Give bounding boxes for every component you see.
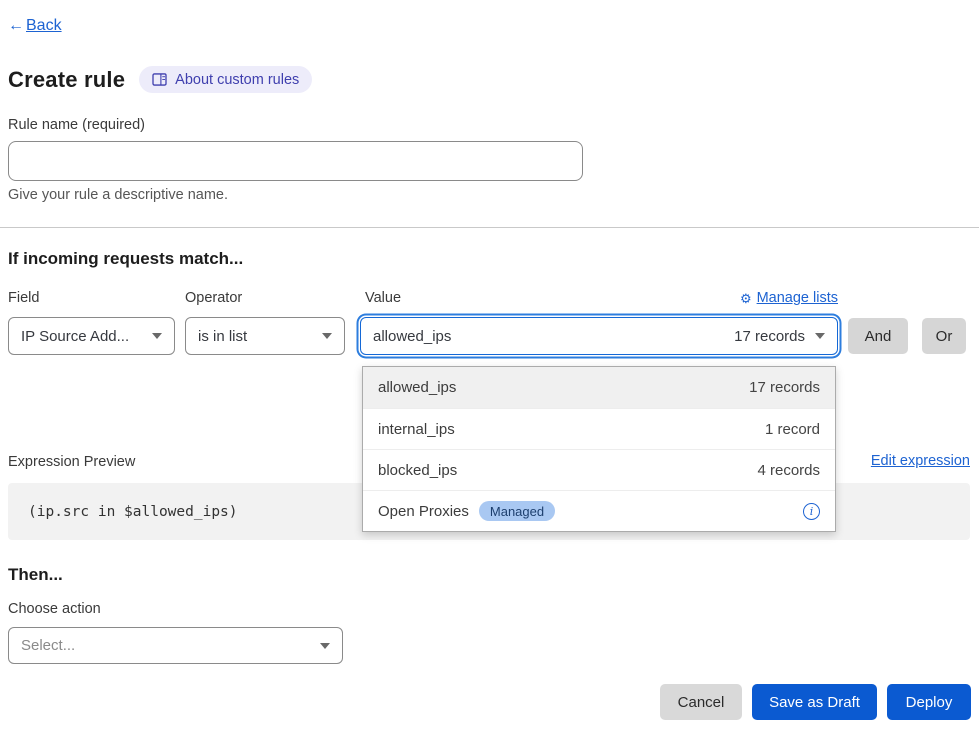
list-name: Open Proxies [378, 503, 469, 520]
rule-name-helper-text: Give your rule a descriptive name. [8, 187, 228, 203]
cancel-button[interactable]: Cancel [660, 684, 742, 720]
value-dropdown-menu: allowed_ips 17 records internal_ips 1 re… [362, 366, 836, 532]
page-title: Create rule [8, 67, 125, 93]
chevron-down-icon [320, 643, 330, 649]
list-record-count: 1 record [765, 421, 820, 438]
dropdown-item-allowed-ips[interactable]: allowed_ips 17 records [363, 367, 835, 408]
operator-label: Operator [185, 290, 242, 306]
value-select[interactable]: allowed_ips 17 records [360, 317, 838, 355]
back-link[interactable]: ←Back [8, 17, 62, 35]
dropdown-item-internal-ips[interactable]: internal_ips 1 record [363, 408, 835, 449]
chevron-down-icon [815, 333, 825, 339]
list-record-count: 17 records [749, 379, 820, 396]
field-select[interactable]: IP Source Add... [8, 317, 175, 355]
manage-lists-link[interactable]: ⚙ Manage lists [360, 290, 838, 306]
list-name: allowed_ips [378, 379, 456, 396]
and-button[interactable]: And [848, 318, 908, 354]
back-arrow-icon: ← [8, 17, 24, 35]
dropdown-item-open-proxies[interactable]: Open Proxies Managed i [363, 490, 835, 531]
expression-code: (ip.src in $allowed_ips) [28, 504, 238, 520]
chevron-down-icon [322, 333, 332, 339]
save-as-draft-button[interactable]: Save as Draft [752, 684, 877, 720]
info-icon[interactable]: i [803, 503, 820, 520]
list-record-count: 4 records [757, 462, 820, 479]
gear-icon: ⚙ [740, 292, 752, 305]
managed-badge: Managed [479, 501, 555, 521]
deploy-button[interactable]: Deploy [887, 684, 971, 720]
operator-select-value: is in list [198, 328, 247, 345]
rule-name-input[interactable] [8, 141, 583, 181]
field-select-value: IP Source Add... [21, 328, 129, 345]
then-section-heading: Then... [8, 565, 63, 585]
value-select-records: 17 records [734, 328, 805, 345]
expression-preview-label: Expression Preview [8, 454, 135, 470]
choose-action-label: Choose action [8, 601, 101, 617]
list-name: blocked_ips [378, 462, 457, 479]
dropdown-item-blocked-ips[interactable]: blocked_ips 4 records [363, 449, 835, 490]
back-label: Back [26, 17, 62, 35]
about-custom-rules-label: About custom rules [175, 72, 299, 88]
value-select-value: allowed_ips [373, 328, 451, 345]
edit-expression-label: Edit expression [871, 453, 970, 469]
or-button[interactable]: Or [922, 318, 966, 354]
create-rule-page: ←Back Create rule About custom rules Rul… [0, 0, 979, 739]
manage-lists-label: Manage lists [757, 290, 838, 306]
field-label: Field [8, 290, 39, 306]
title-row: Create rule About custom rules [8, 66, 312, 93]
action-select-placeholder: Select... [21, 637, 75, 654]
action-select[interactable]: Select... [8, 627, 343, 664]
chevron-down-icon [152, 333, 162, 339]
match-section-heading: If incoming requests match... [8, 249, 243, 269]
list-name: internal_ips [378, 421, 455, 438]
about-custom-rules-link[interactable]: About custom rules [139, 66, 312, 93]
section-divider [0, 227, 979, 228]
operator-select[interactable]: is in list [185, 317, 345, 355]
rule-name-label: Rule name (required) [8, 117, 145, 133]
book-icon [152, 73, 167, 86]
